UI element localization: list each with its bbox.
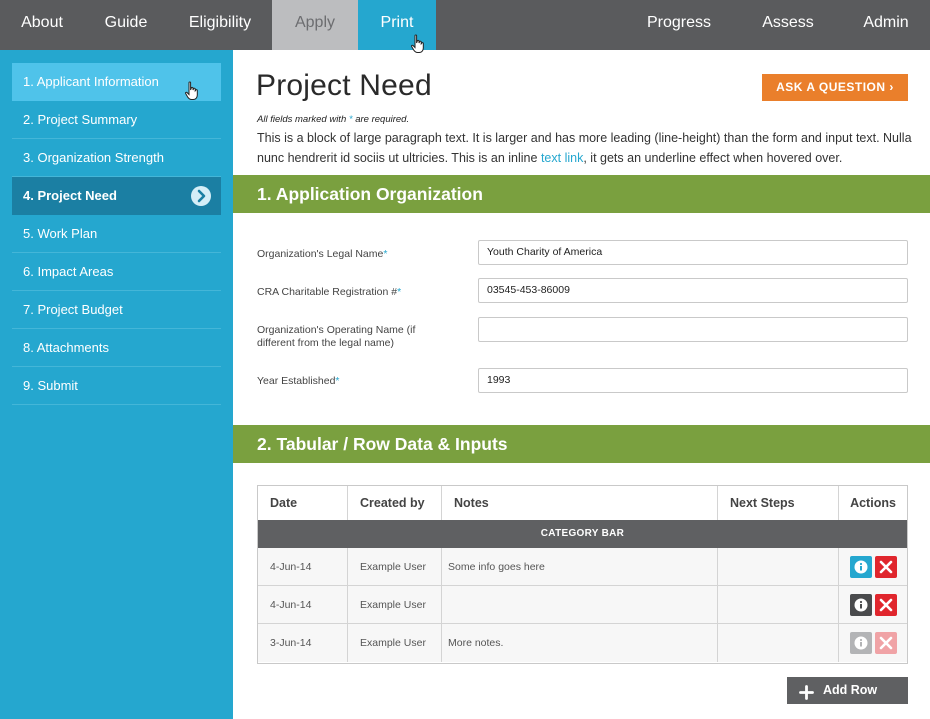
sidebar-item-label: 8. Attachments: [23, 340, 109, 355]
info-icon[interactable]: [850, 594, 872, 616]
cra-registration-label: CRA Charitable Registration #*: [257, 286, 401, 299]
cell-date: 4-Jun-14: [258, 586, 348, 624]
table-row: 3-Jun-14 Example User More notes.: [258, 624, 907, 662]
operating-name-field[interactable]: [478, 317, 908, 342]
sidebar: 1. Applicant Information 2. Project Summ…: [0, 50, 233, 719]
cell-next-steps: [718, 624, 839, 662]
nav-about[interactable]: About: [0, 0, 84, 50]
sidebar-item-label: 5. Work Plan: [23, 226, 98, 241]
plus-icon: [799, 683, 814, 710]
column-header-date: Date: [258, 486, 348, 520]
sidebar-item-organization-strength[interactable]: 3. Organization Strength: [12, 139, 221, 177]
cell-date: 3-Jun-14: [258, 624, 348, 662]
sidebar-item-label: 4. Project Need: [23, 188, 117, 203]
year-established-label: Year Established*: [257, 375, 340, 388]
operating-name-label: Organization's Operating Name (if differ…: [257, 324, 432, 350]
nav-admin[interactable]: Admin: [846, 0, 926, 50]
column-header-actions: Actions: [850, 496, 896, 510]
info-icon[interactable]: [850, 632, 872, 654]
nav-print[interactable]: Print: [358, 0, 436, 50]
table-row: 4-Jun-14 Example User Some info goes her…: [258, 548, 907, 586]
nav-progress[interactable]: Progress: [630, 0, 728, 50]
field-label-text: CRA Charitable Registration #: [257, 286, 398, 298]
sidebar-item-work-plan[interactable]: 5. Work Plan: [12, 215, 221, 253]
required-asterisk: *: [383, 248, 388, 260]
add-row-label: Add Row: [823, 683, 878, 697]
required-asterisk: *: [348, 114, 353, 125]
column-header-created-by: Created by: [348, 486, 442, 520]
cell-notes: Some info goes here: [442, 548, 718, 586]
sidebar-item-submit[interactable]: 9. Submit: [12, 367, 221, 405]
table-row: 4-Jun-14 Example User: [258, 586, 907, 624]
field-label-text: Organization's Legal Name: [257, 248, 384, 260]
inline-text-link[interactable]: text link: [541, 151, 583, 165]
sidebar-item-attachments[interactable]: 8. Attachments: [12, 329, 221, 367]
category-bar: CATEGORY BAR: [258, 520, 907, 548]
data-table: Date Created by Notes Next Steps Actions…: [257, 485, 908, 664]
add-row-button[interactable]: Add Row: [787, 677, 908, 704]
sidebar-item-applicant-information[interactable]: 1. Applicant Information: [12, 63, 221, 101]
nav-eligibility[interactable]: Eligibility: [168, 0, 272, 50]
required-note-suffix: are required.: [355, 114, 410, 125]
cell-created-by: Example User: [348, 586, 442, 624]
required-note: All fields marked with * are required.: [257, 114, 409, 125]
nav-apply[interactable]: Apply: [272, 0, 358, 50]
sidebar-item-label: 6. Impact Areas: [23, 264, 114, 279]
field-label-text: Organization's Operating Name (if differ…: [257, 324, 416, 349]
intro-paragraph: This is a block of large paragraph text.…: [257, 129, 917, 168]
delete-icon[interactable]: [875, 632, 897, 654]
nav-guide[interactable]: Guide: [84, 0, 168, 50]
delete-icon[interactable]: [875, 594, 897, 616]
field-label-text: Year Established: [257, 375, 336, 387]
sidebar-item-project-budget[interactable]: 7. Project Budget: [12, 291, 221, 329]
top-navigation: About Guide Eligibility Apply Print Prog…: [0, 0, 930, 50]
nav-assess[interactable]: Assess: [748, 0, 828, 50]
delete-icon[interactable]: [875, 556, 897, 578]
cell-next-steps: [718, 548, 839, 586]
sidebar-item-label: 7. Project Budget: [23, 302, 123, 317]
section-header-tabular-data: 2. Tabular / Row Data & Inputs: [233, 425, 930, 463]
required-asterisk: *: [335, 375, 340, 387]
sidebar-item-label: 2. Project Summary: [23, 112, 138, 127]
sidebar-item-label: 3. Organization Strength: [23, 150, 164, 165]
required-asterisk: *: [397, 286, 402, 298]
required-note-prefix: All fields marked with: [257, 114, 347, 125]
ask-question-button[interactable]: ASK A QUESTION ›: [762, 74, 908, 101]
cell-next-steps: [718, 586, 839, 624]
column-header-next-steps: Next Steps: [718, 486, 839, 520]
sidebar-item-label: 1. Applicant Information: [23, 74, 159, 89]
sidebar-item-label: 9. Submit: [23, 378, 78, 393]
intro-text-end: , it gets an underline effect when hover…: [583, 150, 843, 165]
cell-date: 4-Jun-14: [258, 548, 348, 586]
section-header-application-organization: 1. Application Organization: [233, 175, 930, 213]
cra-registration-field[interactable]: 03545-453-86009: [478, 278, 908, 303]
year-established-field[interactable]: 1993: [478, 368, 908, 393]
info-icon[interactable]: [850, 556, 872, 578]
legal-name-label: Organization's Legal Name*: [257, 248, 387, 261]
cell-created-by: Example User: [348, 548, 442, 586]
main-content: Project Need ASK A QUESTION › All fields…: [233, 50, 930, 719]
cell-notes: [442, 586, 718, 624]
column-header-notes: Notes: [442, 486, 718, 520]
cell-notes: More notes.: [442, 624, 718, 662]
sidebar-item-impact-areas[interactable]: 6. Impact Areas: [12, 253, 221, 291]
chevron-right-circle-icon: [191, 186, 211, 206]
page-title: Project Need: [256, 69, 432, 102]
sidebar-item-project-summary[interactable]: 2. Project Summary: [12, 101, 221, 139]
sidebar-item-project-need[interactable]: 4. Project Need: [12, 177, 221, 215]
cell-created-by: Example User: [348, 624, 442, 662]
legal-name-field[interactable]: Youth Charity of America: [478, 240, 908, 265]
